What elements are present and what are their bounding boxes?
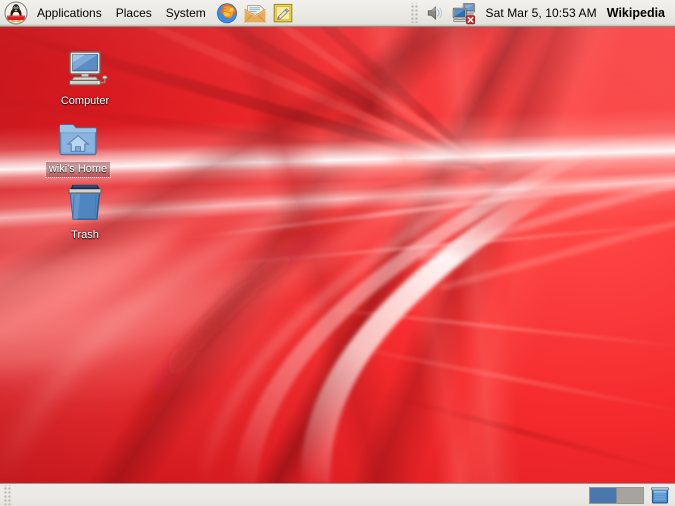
firefox-web-browser-icon: [216, 3, 237, 24]
desktop-icon-computer[interactable]: Computer: [48, 45, 122, 109]
tux-linux-logo-icon[interactable]: [4, 1, 28, 25]
clock[interactable]: Sat Mar 5, 10:53 AM: [479, 6, 606, 20]
tux-linux-logo-svg: [4, 1, 28, 25]
bottom-panel: [0, 483, 675, 506]
desktop-icon-home[interactable]: wiki's Home: [41, 113, 115, 178]
network-monitor-disconnected-icon: [453, 2, 476, 25]
tray-network[interactable]: [451, 1, 477, 25]
menu-places[interactable]: Places: [109, 3, 159, 24]
trash-applet[interactable]: [650, 486, 670, 505]
home-folder-icon: [54, 113, 102, 161]
trash-bin-icon: [61, 179, 109, 227]
workspace-2[interactable]: [616, 487, 643, 503]
launcher-text-editor[interactable]: [271, 1, 295, 25]
text-editor-notepad-icon: [273, 3, 293, 23]
desktop-screen: Applications Places System Sat Mar 5, 10…: [0, 0, 675, 506]
email-client-icon: [244, 5, 266, 23]
tray-volume[interactable]: [425, 2, 447, 24]
computer-monitor-svg: [69, 51, 108, 86]
bottom-panel-drag-handle[interactable]: [4, 485, 11, 505]
top-panel-right-section: Sat Mar 5, 10:53 AM Wikipedia: [407, 0, 675, 26]
desktop-icon-label: Computer: [60, 95, 110, 107]
desktop-icon-label: Trash: [71, 229, 99, 241]
desktop-area[interactable]: Computer wiki's Home Trash: [0, 27, 675, 483]
brand-label: Wikipedia: [606, 6, 665, 20]
desktop-icon-label: wiki's Home: [44, 161, 112, 178]
workspace-switcher[interactable]: [589, 486, 644, 504]
trash-bin-icon: [650, 486, 670, 503]
home-folder-svg: [59, 124, 97, 156]
launcher-firefox[interactable]: [215, 1, 239, 25]
trash-bin-svg: [68, 184, 102, 220]
volume-speaker-icon: [428, 6, 443, 20]
tray-drag-handle[interactable]: [411, 3, 419, 23]
top-panel: Applications Places System Sat Mar 5, 10…: [0, 0, 675, 27]
desktop-icon-trash[interactable]: Trash: [48, 179, 122, 243]
window-task-list[interactable]: [16, 484, 589, 506]
workspace-1[interactable]: [590, 487, 616, 503]
computer-monitor-icon: [61, 45, 109, 93]
top-panel-left-section: Applications Places System: [0, 0, 297, 26]
menu-system[interactable]: System: [159, 3, 213, 24]
launcher-email[interactable]: [243, 1, 267, 25]
menu-applications[interactable]: Applications: [30, 3, 109, 24]
